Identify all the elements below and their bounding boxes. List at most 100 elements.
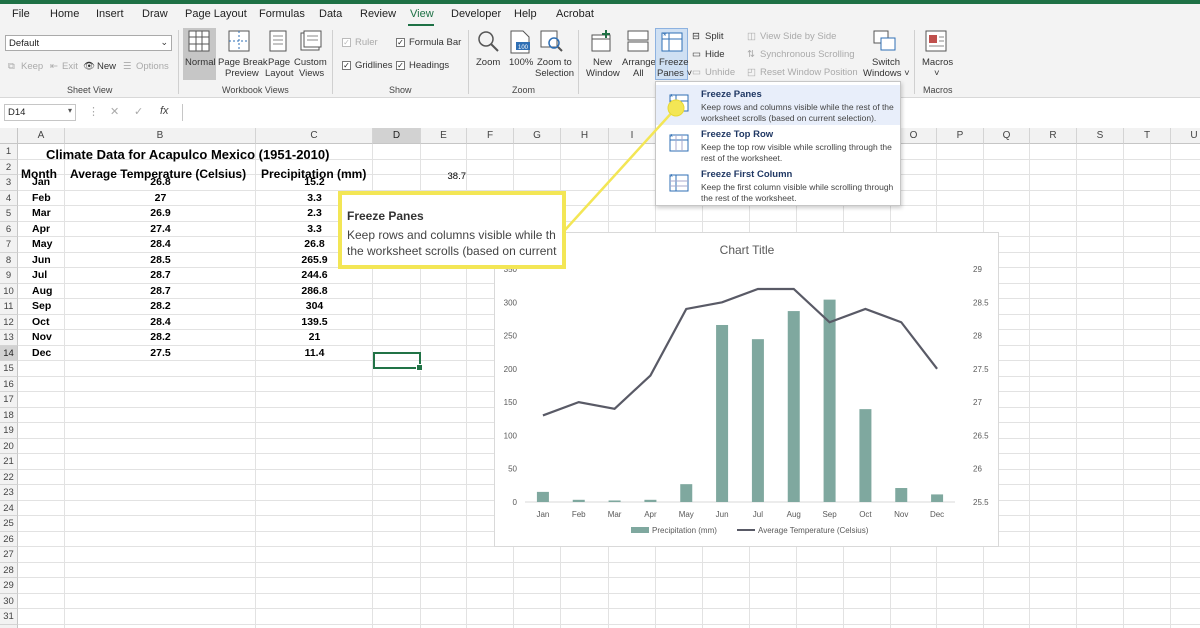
cell-temperature[interactable]: 28.5 [65,253,256,268]
freeze-panes-button[interactable]: Freeze [659,57,689,68]
cell-month[interactable]: Jul [32,268,47,283]
cell-precipitation[interactable]: 21 [256,330,373,345]
combo-chart[interactable]: Chart Title 0 50 100 150 200 250 300 350 25.5 26 2… [494,232,999,547]
tab-view[interactable]: View [410,8,434,20]
cell-temperature[interactable]: 27.4 [65,222,256,237]
cancel-icon[interactable]: ✕ [110,105,119,118]
ruler-checkbox[interactable]: ✓ [342,38,351,47]
row-header-3[interactable]: 3 [0,175,18,191]
menu-item-freeze-panes[interactable]: * Freeze Panes Keep rows and columns vis… [656,85,900,125]
cell-precipitation[interactable]: 244.6 [256,268,373,283]
tab-formulas[interactable]: Formulas [259,8,305,20]
cell-month[interactable]: Feb [32,191,51,206]
page-layout-button[interactable]: Page [268,57,290,68]
column-header-p[interactable]: P [937,128,984,144]
row-header-28[interactable]: 28 [0,562,18,578]
row-header-12[interactable]: 12 [0,314,18,330]
menu-item-freeze-top-row[interactable]: * Freeze Top Row Keep the top row visibl… [656,125,900,165]
row-header-16[interactable]: 16 [0,376,18,392]
tab-acrobat[interactable]: Acrobat [556,8,594,20]
row-header-22[interactable]: 22 [0,469,18,485]
column-header-c[interactable]: C [256,128,373,144]
tab-file[interactable]: File [12,8,30,20]
column-header-d[interactable]: D [373,128,421,144]
cell-month[interactable]: Dec [32,346,51,361]
tab-draw[interactable]: Draw [142,8,168,20]
row-header-29[interactable]: 29 [0,578,18,594]
tab-developer[interactable]: Developer [451,8,501,20]
cell-temperature[interactable]: 27.5 [65,346,256,361]
cell-temperature[interactable]: 28.7 [65,284,256,299]
row-header-1[interactable]: 1 [0,144,18,160]
cell-month[interactable]: Nov [32,330,52,345]
row-header-5[interactable]: 5 [0,206,18,222]
tab-page-layout[interactable]: Page Layout [185,8,247,20]
cell-precipitation[interactable]: 11.4 [256,346,373,361]
row-header-24[interactable]: 24 [0,500,18,516]
column-header-i[interactable]: I [609,128,656,144]
column-header-t[interactable]: T [1124,128,1171,144]
row-header-21[interactable]: 21 [0,454,18,470]
tab-insert[interactable]: Insert [96,8,124,20]
hide-button[interactable]: Hide [705,49,725,60]
keep-button[interactable]: Keep [21,61,43,72]
column-header-e[interactable]: E [421,128,467,144]
row-header-13[interactable]: 13 [0,330,18,346]
options-button[interactable]: Options [136,61,169,72]
column-header-q[interactable]: Q [984,128,1030,144]
row-header-15[interactable]: 15 [0,361,18,377]
row-header-27[interactable]: 27 [0,547,18,563]
row-header-8[interactable]: 8 [0,252,18,268]
row-header-25[interactable]: 25 [0,516,18,532]
cell-month[interactable]: Apr [32,222,50,237]
row-header-19[interactable]: 19 [0,423,18,439]
headings-checkbox[interactable]: ✓ [396,61,405,70]
column-header-b[interactable]: B [65,128,256,144]
view-side-by-side-button[interactable]: View Side by Side [760,31,836,42]
cell-month[interactable]: Jan [32,175,50,190]
selected-cell-d14[interactable] [373,352,423,371]
cell-month[interactable]: Aug [32,284,52,299]
tab-help[interactable]: Help [514,8,537,20]
row-header-30[interactable]: 30 [0,593,18,609]
exit-button[interactable]: Exit [62,61,78,72]
cell-month[interactable]: May [32,237,52,252]
tab-home[interactable]: Home [50,8,79,20]
page-break-preview-button[interactable]: Page Break [218,57,268,68]
cell-temperature[interactable]: 28.4 [65,315,256,330]
zoom-100-button[interactable]: 100% [509,57,533,68]
sheet-title-cell[interactable]: Climate Data for Acapulco Mexico (1951-2… [46,146,329,164]
row-header-4[interactable]: 4 [0,190,18,206]
switch-windows-button[interactable]: Switch [872,57,900,68]
cell-temperature[interactable]: 28.4 [65,237,256,252]
menu-item-freeze-first-column[interactable]: * Freeze First Column Keep the first col… [656,165,900,205]
cell-temperature[interactable]: 26.9 [65,206,256,221]
enter-icon[interactable]: ✓ [134,105,143,118]
zoom-button[interactable]: Zoom [476,57,500,68]
row-header-17[interactable]: 17 [0,392,18,408]
cell-month[interactable]: Oct [32,315,50,330]
row-header-2[interactable]: 2 [0,159,18,175]
row-header-31[interactable]: 31 [0,609,18,625]
cell-month[interactable]: Jun [32,253,51,268]
column-header-r[interactable]: R [1030,128,1077,144]
new-window-button[interactable]: New [593,57,612,68]
row-header-6[interactable]: 6 [0,221,18,237]
row-header-18[interactable]: 18 [0,407,18,423]
column-header-f[interactable]: F [467,128,514,144]
custom-views-button[interactable]: Custom [294,57,327,68]
cell-month[interactable]: Sep [32,299,51,314]
row-header-7[interactable]: 7 [0,237,18,253]
normal-view-button[interactable]: Normal [185,57,216,68]
row-header-11[interactable]: 11 [0,299,18,315]
row-header-26[interactable]: 26 [0,531,18,547]
cell-e2[interactable]: 38.7 [421,169,467,184]
column-header-u[interactable]: U [1171,128,1200,144]
unhide-button[interactable]: Unhide [705,67,735,78]
cell-temperature[interactable]: 28.2 [65,330,256,345]
sheet-view-dropdown[interactable]: Default ⌄ [5,35,172,51]
name-box[interactable]: D14 ▾ [4,104,76,121]
cell-precipitation[interactable]: 139.5 [256,315,373,330]
row-header-9[interactable]: 9 [0,268,18,284]
insert-function-icon[interactable]: fx [160,105,169,117]
